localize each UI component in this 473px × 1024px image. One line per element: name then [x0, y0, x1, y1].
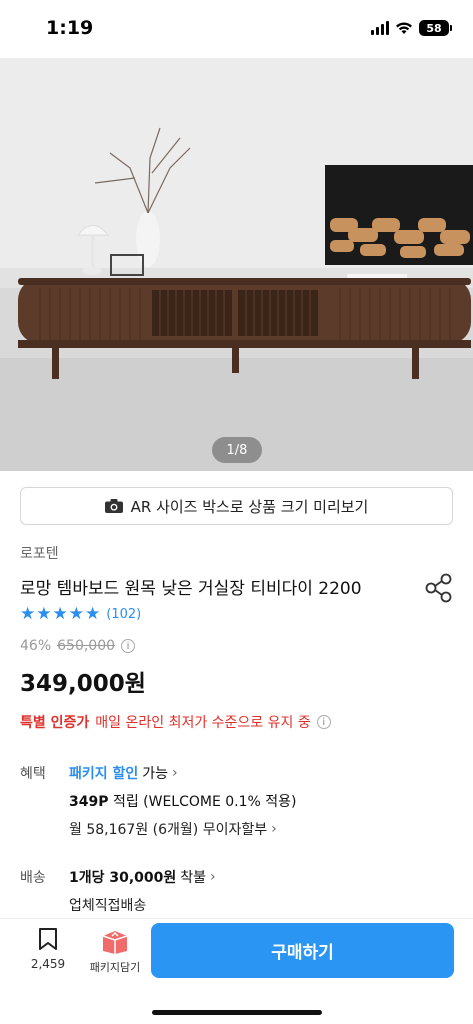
star-icon: ★	[85, 604, 101, 624]
points-value: 349P	[69, 794, 109, 810]
star-icon: ★	[52, 604, 68, 624]
status-time: 1:19	[46, 17, 94, 39]
star-icon: ★	[36, 604, 52, 624]
signal-icon	[371, 21, 389, 35]
image-pager: 1/8	[212, 437, 262, 463]
installment-text: 월 58,167원 (6개월) 무이자할부	[69, 822, 268, 838]
product-image[interactable]	[0, 58, 473, 471]
star-rating: ★ ★ ★ ★ ★	[20, 606, 100, 623]
info-icon[interactable]: i	[316, 715, 331, 729]
chevron-right-icon: ›	[271, 821, 277, 837]
shipping-label: 배송	[20, 870, 46, 886]
shipping-fee-value: 1개당 30,000원	[69, 870, 177, 886]
package-discount-link[interactable]: 패키지 할인 가능 ›	[69, 763, 178, 783]
share-icon[interactable]	[424, 572, 454, 604]
bookmark-icon	[39, 928, 57, 950]
status-icons: 58	[371, 20, 452, 36]
product-title: 로망 템바보드 원목 낮은 거실장 티비다이 2200	[20, 579, 362, 599]
chevron-right-icon: ›	[172, 765, 178, 781]
ar-button-label: AR 사이즈 박스로 상품 크기 미리보기	[130, 497, 369, 516]
package-discount-text: 패키지 할인	[69, 766, 139, 782]
points-text: 적립 (WELCOME 0.1% 적용)	[112, 794, 297, 810]
info-icon[interactable]: i	[121, 639, 136, 653]
bottom-action-bar: 2,459 패키지담기 구매하기	[0, 918, 473, 1024]
product-photo	[0, 58, 473, 471]
discount-rate: 46%	[20, 638, 52, 654]
battery-icon: 58	[419, 20, 452, 36]
star-icon: ★	[20, 604, 36, 624]
package-add-label: 패키지담기	[89, 961, 141, 974]
bookmark-button[interactable]: 2,459	[24, 927, 72, 971]
special-price-row: 특별 인증가 매일 온라인 최저가 수준으로 유지 중 i	[20, 712, 331, 732]
shipping-method: 업체직접배송	[69, 898, 147, 914]
installment-link[interactable]: 월 58,167원 (6개월) 무이자할부 ›	[69, 819, 277, 839]
camera-icon	[104, 499, 123, 513]
rating[interactable]: ★ ★ ★ ★ ★ (102)	[20, 606, 141, 623]
shipping-fee-link[interactable]: 1개당 30,000원 착불 ›	[69, 867, 216, 887]
package-discount-suffix: 가능	[142, 766, 169, 782]
star-icon: ★	[68, 604, 84, 624]
benefit-label: 혜택	[20, 766, 46, 782]
brand-name[interactable]: 로포텐	[20, 543, 59, 563]
sale-price: 349,000원	[20, 671, 146, 697]
special-price-label: 특별 인증가	[20, 715, 90, 731]
discount-row: 46% 650,000 i	[20, 638, 136, 654]
points-row: 349P 적립 (WELCOME 0.1% 적용)	[69, 791, 297, 811]
special-price-text: 매일 온라인 최저가 수준으로 유지 중	[95, 715, 311, 731]
home-indicator	[152, 1010, 322, 1015]
original-price: 650,000	[57, 638, 116, 654]
chevron-right-icon: ›	[210, 869, 216, 885]
status-bar: 1:19 58	[0, 0, 473, 58]
bookmark-count: 2,459	[30, 957, 66, 971]
package-box-icon	[102, 931, 128, 954]
buy-button[interactable]: 구매하기	[151, 923, 454, 978]
shipping-fee-suffix: 착불	[180, 870, 207, 886]
package-add-button[interactable]: 패키지담기	[84, 927, 146, 975]
ar-preview-button[interactable]: AR 사이즈 박스로 상품 크기 미리보기	[20, 487, 453, 525]
wifi-icon	[396, 22, 412, 34]
review-count[interactable]: (102)	[106, 607, 141, 622]
